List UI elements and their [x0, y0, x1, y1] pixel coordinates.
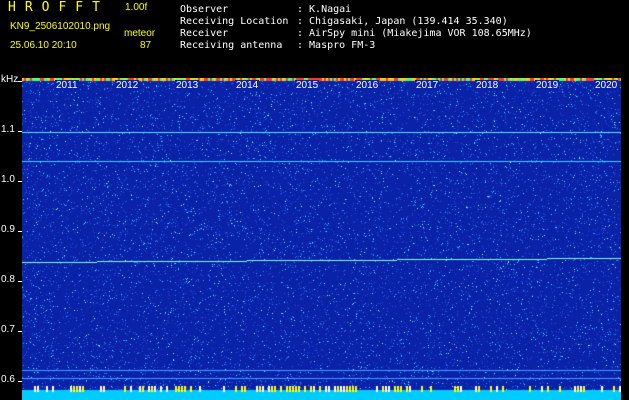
- count-label: 87: [140, 40, 152, 51]
- y-tick-label: 0.9: [1, 224, 15, 235]
- y-tick-label: 0.8: [1, 274, 15, 285]
- time-tick-label: 2014: [235, 80, 260, 91]
- info-label-antenna: Receiving antenna: [180, 40, 283, 51]
- info-value-observer: : K.Nagai: [297, 4, 352, 15]
- app-title: HROFFT: [8, 0, 109, 15]
- time-tick-label: 2018: [475, 80, 500, 91]
- y-tick-label: 0.7: [1, 324, 15, 335]
- y-axis-unit: kHz: [1, 74, 19, 85]
- mode-label: meteor: [124, 28, 156, 39]
- time-tick-label: 2020: [594, 80, 619, 91]
- waterfall-spectrogram: [22, 78, 621, 400]
- info-label-observer: Observer: [180, 4, 229, 15]
- info-value-antenna: : Maspro FM-3: [297, 40, 376, 51]
- y-tick-mark: [18, 231, 22, 232]
- y-tick-label: 1.1: [1, 124, 15, 135]
- time-tick-label: 2012: [115, 80, 140, 91]
- info-label-location: Receiving Location: [180, 16, 289, 27]
- y-tick-mark: [18, 81, 22, 82]
- datetime-label: 25.06.10 20:10: [10, 40, 77, 51]
- y-tick-mark: [18, 281, 22, 282]
- time-tick-label: 2016: [355, 80, 380, 91]
- y-tick-mark: [18, 131, 22, 132]
- info-value-location: : Chigasaki, Japan (139.414 35.340): [297, 16, 508, 27]
- version-label: 1.00f: [125, 2, 148, 13]
- time-tick-label: 2017: [415, 80, 440, 91]
- y-tick-label: 1.0: [1, 174, 15, 185]
- time-tick-label: 2015: [295, 80, 320, 91]
- time-tick-label: 2011: [55, 80, 79, 91]
- y-tick-mark: [18, 331, 22, 332]
- y-tick-mark: [18, 381, 22, 382]
- info-label-receiver: Receiver: [180, 28, 229, 39]
- filename-label: KN9_2506102010.png: [10, 21, 111, 32]
- y-tick-label: 0.6: [1, 374, 15, 385]
- time-tick-label: 2013: [175, 80, 200, 91]
- y-tick-mark: [18, 181, 22, 182]
- info-value-receiver: : AirSpy mini (Miakejima VOR 108.65MHz): [297, 28, 532, 39]
- time-tick-label: 2019: [535, 80, 560, 91]
